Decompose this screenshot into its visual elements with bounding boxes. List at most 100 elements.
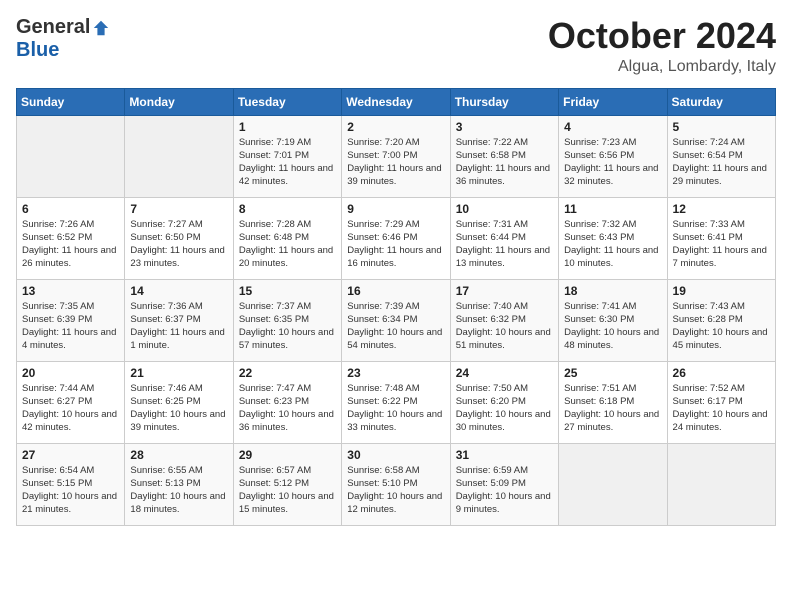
calendar-cell: 9Sunrise: 7:29 AM Sunset: 6:46 PM Daylig… (342, 197, 450, 279)
day-info: Sunrise: 7:50 AM Sunset: 6:20 PM Dayligh… (456, 382, 553, 435)
title-block: October 2024 Algua, Lombardy, Italy (548, 16, 776, 76)
day-info: Sunrise: 7:46 AM Sunset: 6:25 PM Dayligh… (130, 382, 227, 435)
day-info: Sunrise: 7:43 AM Sunset: 6:28 PM Dayligh… (673, 300, 770, 353)
day-number: 28 (130, 448, 227, 462)
day-number: 7 (130, 202, 227, 216)
day-number: 18 (564, 284, 661, 298)
calendar-table: SundayMondayTuesdayWednesdayThursdayFrid… (16, 88, 776, 526)
page-header: General Blue October 2024 Algua, Lombard… (16, 16, 776, 76)
day-info: Sunrise: 6:54 AM Sunset: 5:15 PM Dayligh… (22, 464, 119, 517)
day-number: 8 (239, 202, 336, 216)
month-title: October 2024 (548, 16, 776, 56)
weekday-header: Friday (559, 88, 667, 115)
day-number: 2 (347, 120, 444, 134)
calendar-week-row: 6 Sunrise: 7:26 AM Sunset: 6:52 PM Daylig… (17, 197, 776, 279)
calendar-cell: 27 Sunrise: 6:54 AM Sunset: 5:15 PM Dayli… (17, 443, 125, 525)
calendar-cell: 12 Sunrise: 7:33 AM Sunset: 6:41 PM Dayli… (667, 197, 775, 279)
day-number: 11 (564, 202, 661, 216)
day-info: Sunrise: 7:48 AM Sunset: 6:22 PM Dayligh… (347, 382, 444, 435)
calendar-week-row: 13 Sunrise: 7:35 AM Sunset: 6:39 PM Dayli… (17, 279, 776, 361)
day-info: Sunrise: 7:32 AM Sunset: 6:43 PM Dayligh… (564, 218, 661, 271)
calendar-cell: 8Sunrise: 7:28 AM Sunset: 6:48 PM Daylig… (233, 197, 341, 279)
calendar-cell: 21 Sunrise: 7:46 AM Sunset: 6:25 PM Dayli… (125, 361, 233, 443)
calendar-cell: 7 Sunrise: 7:27 AM Sunset: 6:50 PM Daylig… (125, 197, 233, 279)
calendar-cell: 25 Sunrise: 7:51 AM Sunset: 6:18 PM Dayli… (559, 361, 667, 443)
day-number: 4 (564, 120, 661, 134)
day-info: Sunrise: 6:58 AM Sunset: 5:10 PM Dayligh… (347, 464, 444, 517)
day-number: 9 (347, 202, 444, 216)
calendar-cell: 17 Sunrise: 7:40 AM Sunset: 6:32 PM Dayli… (450, 279, 558, 361)
day-info: Sunrise: 7:23 AM Sunset: 6:56 PM Dayligh… (564, 136, 661, 189)
day-info: Sunrise: 7:40 AM Sunset: 6:32 PM Dayligh… (456, 300, 553, 353)
weekday-header-row: SundayMondayTuesdayWednesdayThursdayFrid… (17, 88, 776, 115)
day-number: 22 (239, 366, 336, 380)
calendar-cell: 28 Sunrise: 6:55 AM Sunset: 5:13 PM Dayli… (125, 443, 233, 525)
day-info: Sunrise: 7:51 AM Sunset: 6:18 PM Dayligh… (564, 382, 661, 435)
day-number: 10 (456, 202, 553, 216)
weekday-header: Monday (125, 88, 233, 115)
day-number: 16 (347, 284, 444, 298)
calendar-cell: 13 Sunrise: 7:35 AM Sunset: 6:39 PM Dayli… (17, 279, 125, 361)
weekday-header: Sunday (17, 88, 125, 115)
calendar-cell: 11 Sunrise: 7:32 AM Sunset: 6:43 PM Dayli… (559, 197, 667, 279)
day-info: Sunrise: 7:36 AM Sunset: 6:37 PM Dayligh… (130, 300, 227, 353)
day-number: 20 (22, 366, 119, 380)
calendar-cell: 31Sunrise: 6:59 AM Sunset: 5:09 PM Dayli… (450, 443, 558, 525)
day-info: Sunrise: 7:20 AM Sunset: 7:00 PM Dayligh… (347, 136, 444, 189)
calendar-cell: 26Sunrise: 7:52 AM Sunset: 6:17 PM Dayli… (667, 361, 775, 443)
day-info: Sunrise: 7:44 AM Sunset: 6:27 PM Dayligh… (22, 382, 119, 435)
calendar-cell: 29 Sunrise: 6:57 AM Sunset: 5:12 PM Dayli… (233, 443, 341, 525)
calendar-cell: 30 Sunrise: 6:58 AM Sunset: 5:10 PM Dayli… (342, 443, 450, 525)
day-info: Sunrise: 7:37 AM Sunset: 6:35 PM Dayligh… (239, 300, 336, 353)
logo-general-text: General (16, 16, 90, 39)
location-title: Algua, Lombardy, Italy (548, 58, 776, 76)
day-info: Sunrise: 6:57 AM Sunset: 5:12 PM Dayligh… (239, 464, 336, 517)
day-number: 23 (347, 366, 444, 380)
calendar-cell: 10Sunrise: 7:31 AM Sunset: 6:44 PM Dayli… (450, 197, 558, 279)
day-number: 6 (22, 202, 119, 216)
day-number: 17 (456, 284, 553, 298)
calendar-cell: 5Sunrise: 7:24 AM Sunset: 6:54 PM Daylig… (667, 115, 775, 197)
day-info: Sunrise: 7:24 AM Sunset: 6:54 PM Dayligh… (673, 136, 770, 189)
day-number: 27 (22, 448, 119, 462)
calendar-cell: 23 Sunrise: 7:48 AM Sunset: 6:22 PM Dayli… (342, 361, 450, 443)
weekday-header: Saturday (667, 88, 775, 115)
calendar-cell: 6 Sunrise: 7:26 AM Sunset: 6:52 PM Daylig… (17, 197, 125, 279)
day-number: 30 (347, 448, 444, 462)
weekday-header: Tuesday (233, 88, 341, 115)
day-number: 13 (22, 284, 119, 298)
day-info: Sunrise: 7:33 AM Sunset: 6:41 PM Dayligh… (673, 218, 770, 271)
calendar-cell: 19 Sunrise: 7:43 AM Sunset: 6:28 PM Dayli… (667, 279, 775, 361)
calendar-cell (559, 443, 667, 525)
day-number: 25 (564, 366, 661, 380)
day-number: 21 (130, 366, 227, 380)
day-number: 19 (673, 284, 770, 298)
day-info: Sunrise: 7:47 AM Sunset: 6:23 PM Dayligh… (239, 382, 336, 435)
calendar-cell (667, 443, 775, 525)
calendar-cell: 22 Sunrise: 7:47 AM Sunset: 6:23 PM Dayli… (233, 361, 341, 443)
day-number: 15 (239, 284, 336, 298)
calendar-cell: 24Sunrise: 7:50 AM Sunset: 6:20 PM Dayli… (450, 361, 558, 443)
day-info: Sunrise: 6:55 AM Sunset: 5:13 PM Dayligh… (130, 464, 227, 517)
day-number: 12 (673, 202, 770, 216)
calendar-cell: 20 Sunrise: 7:44 AM Sunset: 6:27 PM Dayli… (17, 361, 125, 443)
day-info: Sunrise: 7:22 AM Sunset: 6:58 PM Dayligh… (456, 136, 553, 189)
calendar-cell (17, 115, 125, 197)
day-info: Sunrise: 7:26 AM Sunset: 6:52 PM Dayligh… (22, 218, 119, 271)
calendar-week-row: 20 Sunrise: 7:44 AM Sunset: 6:27 PM Dayli… (17, 361, 776, 443)
day-info: Sunrise: 7:27 AM Sunset: 6:50 PM Dayligh… (130, 218, 227, 271)
calendar-cell: 18 Sunrise: 7:41 AM Sunset: 6:30 PM Dayli… (559, 279, 667, 361)
day-info: Sunrise: 7:19 AM Sunset: 7:01 PM Dayligh… (239, 136, 336, 189)
calendar-cell: 4 Sunrise: 7:23 AM Sunset: 6:56 PM Daylig… (559, 115, 667, 197)
day-number: 29 (239, 448, 336, 462)
day-number: 31 (456, 448, 553, 462)
calendar-cell: 2 Sunrise: 7:20 AM Sunset: 7:00 PM Daylig… (342, 115, 450, 197)
day-info: Sunrise: 7:52 AM Sunset: 6:17 PM Dayligh… (673, 382, 770, 435)
day-info: Sunrise: 7:39 AM Sunset: 6:34 PM Dayligh… (347, 300, 444, 353)
calendar-cell: 14Sunrise: 7:36 AM Sunset: 6:37 PM Dayli… (125, 279, 233, 361)
day-info: Sunrise: 7:35 AM Sunset: 6:39 PM Dayligh… (22, 300, 119, 353)
logo: General Blue (16, 16, 110, 62)
logo-blue-text: Blue (16, 39, 59, 62)
calendar-week-row: 1Sunrise: 7:19 AM Sunset: 7:01 PM Daylig… (17, 115, 776, 197)
day-info: Sunrise: 7:41 AM Sunset: 6:30 PM Dayligh… (564, 300, 661, 353)
